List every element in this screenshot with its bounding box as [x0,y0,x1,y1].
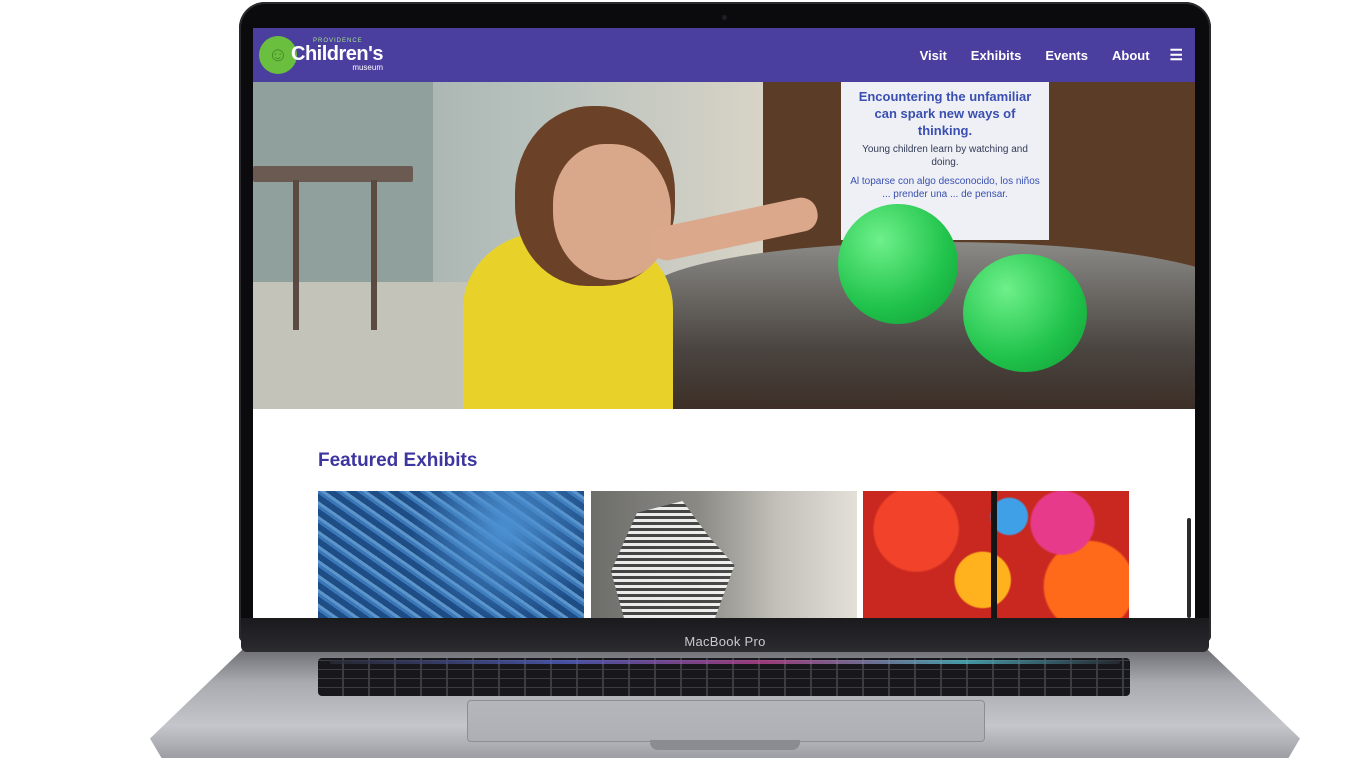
page-scrollbar[interactable] [1187,518,1191,618]
hero-bench [253,166,413,182]
hero-child-face [553,144,671,280]
logo-main-text: Children's [291,43,384,65]
screen: ☺ PROVIDENCE Children's museum Visit Exh… [253,28,1195,618]
touch-bar [330,660,1120,664]
sign-spanish-text: Al toparse con algo desconocido, los niñ… [850,176,1040,200]
site-header: ☺ PROVIDENCE Children's museum Visit Exh… [253,28,1195,82]
lid-notch [650,740,800,750]
nav-exhibits[interactable]: Exhibits [971,48,1022,63]
featured-exhibits-title: Featured Exhibits [318,450,478,471]
logo-sub-text: museum [352,63,383,72]
hero-bench-leg [293,180,299,330]
exhibit-card-glass-art[interactable] [863,491,1129,618]
logo[interactable]: ☺ PROVIDENCE Children's museum [259,34,384,76]
hero-green-ball [963,254,1087,372]
featured-exhibits-grid [318,491,1130,618]
sign-heading: Encountering the unfamiliar can spark ne… [858,89,1032,138]
hero-bench-leg [371,180,377,330]
exhibit-card-sculpture[interactable] [591,491,857,618]
sculpture-figure [611,501,735,618]
hamburger-menu-icon[interactable]: ☰ [1170,46,1183,64]
sign-english-text: Young children learn by watching and doi… [862,144,1028,168]
trackpad [467,700,985,742]
hero-video[interactable]: Encountering the unfamiliar can spark ne… [253,82,1195,409]
glass-art-divider [991,491,997,618]
logo-text: PROVIDENCE Children's museum [291,38,384,72]
nav-events[interactable]: Events [1045,48,1088,63]
nav-about[interactable]: About [1112,48,1150,63]
exhibit-card-city-model[interactable] [318,491,584,618]
main-nav: Visit Exhibits Events About ☰ [920,28,1183,82]
nav-visit[interactable]: Visit [920,48,947,63]
device-label: MacBook Pro [684,634,766,649]
hero-green-ball [838,204,958,324]
screen-chin: MacBook Pro [241,618,1209,652]
camera-dot [722,15,727,20]
